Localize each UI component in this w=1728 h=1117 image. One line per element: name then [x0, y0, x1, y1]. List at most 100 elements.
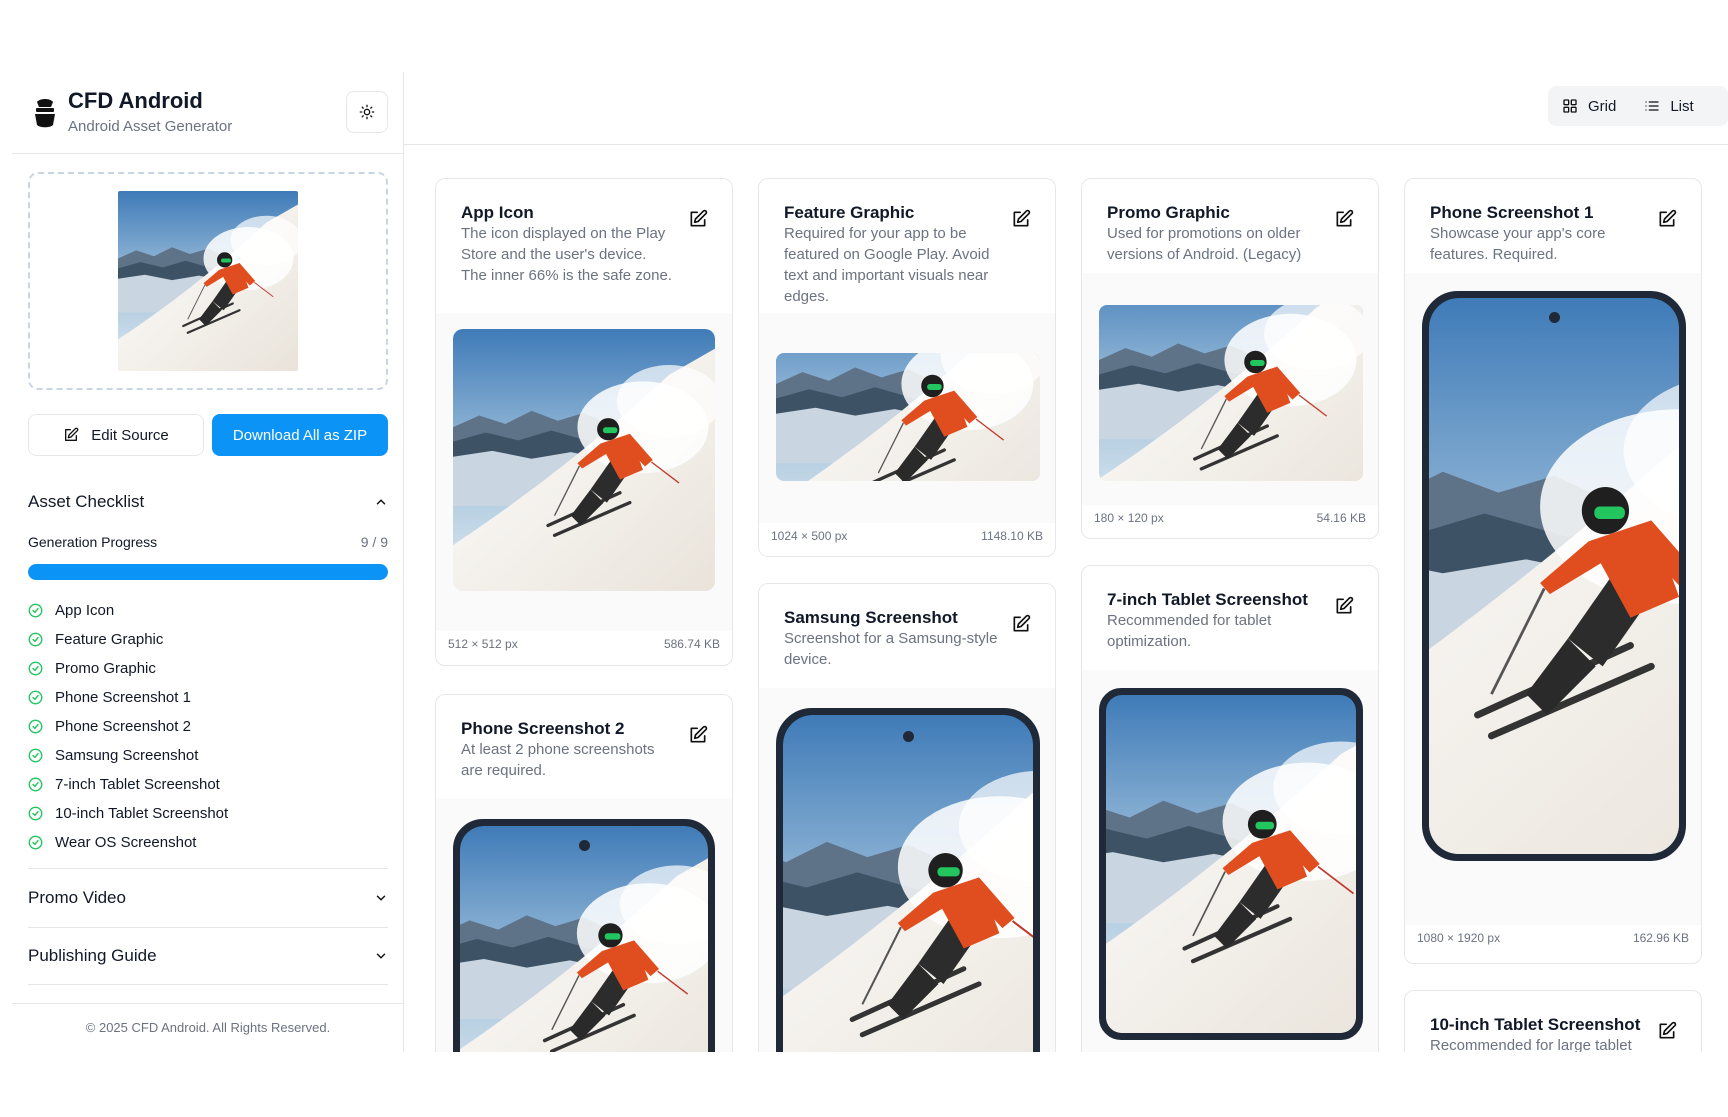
checklist-item-label: Phone Screenshot 2: [55, 718, 191, 735]
sidebar: CFD Android Android Asset Generator Edit…: [12, 72, 404, 1052]
asset-checklist: App Icon Feature Graphic Promo Graphic Phon…: [28, 596, 388, 857]
edit-icon[interactable]: [688, 725, 708, 745]
check-circle-icon: [28, 748, 43, 763]
checklist-item: 10-inch Tablet Screenshot: [28, 799, 388, 828]
publishing-guide-title: Publishing Guide: [28, 946, 157, 965]
checklist-item-label: App Icon: [55, 602, 115, 619]
list-icon: [1645, 101, 1660, 111]
checklist-item: Phone Screenshot 1: [28, 683, 388, 712]
camera-notch: [1549, 312, 1560, 323]
top-bar: Grid List: [404, 72, 1728, 145]
promo-graphic-preview: [1099, 305, 1363, 481]
card-footer: 1080 × 1920 px 162.96 KB: [1417, 931, 1689, 945]
grid-label: Grid: [1588, 97, 1617, 115]
asset-card-7-inch-tablet: 7-inch Tablet Screenshot Recommended for…: [1081, 565, 1379, 1052]
asset-checklist-header[interactable]: Asset Checklist: [28, 490, 388, 514]
grid-icon: [1563, 99, 1577, 113]
edit-icon[interactable]: [1657, 209, 1677, 229]
edit-icon[interactable]: [1334, 596, 1354, 616]
card-title: Feature Graphic: [784, 203, 915, 222]
edit-icon[interactable]: [1657, 1021, 1677, 1041]
phone-mockup: [453, 819, 715, 1052]
image-dimensions: 180 × 120 px: [1094, 511, 1164, 525]
card-footer: 180 × 120 px 54.16 KB: [1094, 511, 1366, 525]
main-content: Grid List App Icon The icon displayed on…: [404, 72, 1728, 1052]
chevron-up-icon: [376, 499, 386, 505]
download-zip-button[interactable]: Download All as ZIP: [212, 414, 388, 456]
edit-icon[interactable]: [1334, 209, 1354, 229]
view-toggle: Grid List: [1548, 86, 1728, 126]
checklist-item: Phone Screenshot 2: [28, 712, 388, 741]
card-description: Required for your app to be featured on …: [784, 225, 990, 305]
sun-icon: [359, 104, 375, 120]
feature-graphic-preview: [776, 353, 1040, 481]
asset-card-feature-graphic: Feature Graphic Required for your app to…: [758, 178, 1056, 557]
list-view-button[interactable]: List: [1630, 86, 1707, 126]
publishing-guide-accordion[interactable]: Publishing Guide: [28, 927, 388, 985]
card-title: Promo Graphic: [1107, 203, 1230, 222]
source-image-preview: [118, 191, 298, 371]
check-circle-icon: [28, 777, 43, 792]
asset-card-app-icon: App Icon The icon displayed on the Play …: [435, 178, 733, 666]
list-label: List: [1670, 97, 1694, 115]
checklist-item-label: Feature Graphic: [55, 631, 164, 648]
camera-notch: [579, 840, 590, 851]
card-footer: 1024 × 500 px 1148.10 KB: [771, 529, 1043, 543]
asset-card-phone-screenshot-1: Phone Screenshot 1 Showcase your app's c…: [1404, 178, 1702, 964]
checklist-item-label: 7-inch Tablet Screenshot: [55, 776, 220, 793]
card-title: 10-inch Tablet Screenshot: [1430, 1015, 1641, 1034]
checklist-item: 7-inch Tablet Screenshot: [28, 770, 388, 799]
edit-icon[interactable]: [1011, 614, 1031, 634]
asset-card-phone-screenshot-2: Phone Screenshot 2 At least 2 phone scre…: [435, 694, 733, 1052]
asset-card-promo-graphic: Promo Graphic Used for promotions on old…: [1081, 178, 1379, 539]
file-size: 1148.10 KB: [981, 529, 1043, 543]
check-circle-icon: [28, 661, 43, 676]
source-image-dropzone[interactable]: [28, 172, 388, 390]
progress-bar-fill: [28, 564, 388, 580]
card-description: At least 2 phone screenshots are require…: [461, 741, 655, 779]
grid-view-button[interactable]: Grid: [1548, 86, 1630, 126]
app-window: CFD Android Android Asset Generator Edit…: [12, 72, 1728, 1052]
file-size: 54.16 KB: [1316, 511, 1366, 525]
app-title: CFD Android: [68, 88, 203, 113]
checklist-item: App Icon: [28, 596, 388, 625]
card-title: Phone Screenshot 2: [461, 719, 625, 738]
check-circle-icon: [28, 719, 43, 734]
card-title: Samsung Screenshot: [784, 608, 958, 627]
asset-card-10-inch-tablet: 10-inch Tablet Screenshot Recommended fo…: [1404, 990, 1702, 1052]
progress-bar: [28, 564, 388, 580]
card-description: Recommended for large tablet optimizatio…: [1430, 1037, 1632, 1052]
card-title: App Icon: [461, 203, 534, 222]
check-circle-icon: [28, 603, 43, 618]
generation-progress-row: Generation Progress 9 / 9: [28, 534, 388, 550]
chevron-down-icon: [376, 953, 386, 959]
asset-card-samsung-screenshot: Samsung Screenshot Screenshot for a Sams…: [758, 583, 1056, 1052]
card-description: Screenshot for a Samsung-style device.: [784, 630, 998, 668]
image-dimensions: 512 × 512 px: [448, 637, 518, 651]
theme-toggle-button[interactable]: [346, 91, 388, 133]
edit-source-label: Edit Source: [91, 426, 169, 444]
checklist-item: Feature Graphic: [28, 625, 388, 654]
card-description: Used for promotions on older versions of…: [1107, 225, 1302, 263]
app-subtitle: Android Asset Generator: [68, 118, 233, 135]
edit-source-button[interactable]: Edit Source: [28, 414, 204, 456]
phone-mockup: [776, 708, 1040, 1052]
tablet-mockup: [1099, 688, 1363, 1040]
promo-video-title: Promo Video: [28, 887, 126, 907]
footer-copyright: © 2025 CFD Android. All Rights Reserved.: [12, 1003, 404, 1052]
app-logo: [35, 99, 55, 128]
app-icon-preview: [453, 329, 715, 591]
promo-video-accordion[interactable]: Promo Video: [28, 868, 388, 926]
camera-notch: [903, 731, 914, 742]
checklist-item-label: Phone Screenshot 1: [55, 689, 191, 706]
card-description: The icon displayed on the Play Store and…: [461, 225, 672, 284]
card-description: Showcase your app's core features. Requi…: [1430, 225, 1606, 263]
checklist-item-label: 10-inch Tablet Screenshot: [55, 805, 229, 822]
edit-icon[interactable]: [688, 209, 708, 229]
progress-label: Generation Progress: [28, 534, 158, 550]
edit-icon: [65, 427, 79, 441]
sidebar-header: CFD Android Android Asset Generator: [12, 72, 404, 154]
asset-checklist-title: Asset Checklist: [28, 492, 145, 511]
edit-icon[interactable]: [1011, 209, 1031, 229]
card-title: 7-inch Tablet Screenshot: [1107, 590, 1308, 609]
